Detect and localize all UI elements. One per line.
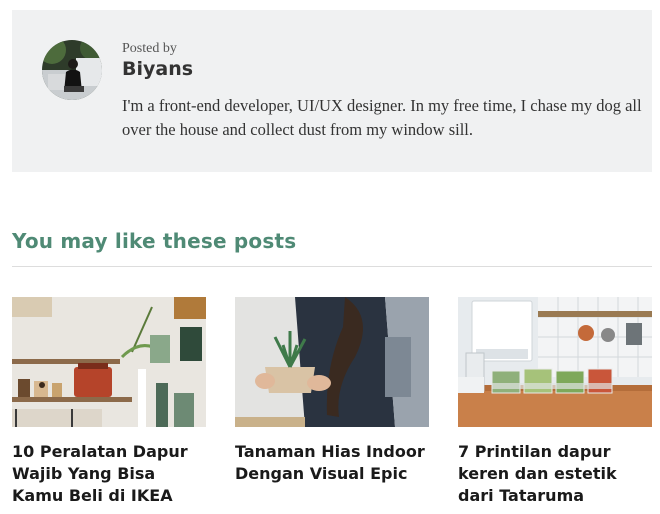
author-avatar[interactable] — [42, 40, 102, 100]
post-thumbnail[interactable] — [235, 297, 429, 427]
post-thumbnail[interactable] — [458, 297, 652, 427]
section-divider — [12, 266, 652, 267]
post-thumbnail[interactable] — [12, 297, 206, 427]
author-bio: I'm a front-end developer, UI/UX designe… — [122, 96, 642, 139]
author-box: Posted by Biyans I'm a front-end develop… — [12, 10, 652, 172]
related-post-card[interactable]: 7 Printilan dapur keren dan estetik dari… — [458, 297, 652, 507]
related-post-card[interactable]: Tanaman Hias Indoor Dengan Visual Epic — [235, 297, 429, 485]
related-posts-heading: You may like these posts — [12, 229, 297, 253]
post-title[interactable]: Tanaman Hias Indoor Dengan Visual Epic — [235, 441, 429, 485]
author-name[interactable]: Biyans — [122, 58, 193, 80]
post-title[interactable]: 7 Printilan dapur keren dan estetik dari… — [458, 441, 652, 507]
post-title[interactable]: 10 Peralatan Dapur Wajib Yang Bisa Kamu … — [12, 441, 206, 507]
posted-by-label: Posted by — [122, 41, 177, 56]
related-post-card[interactable]: 10 Peralatan Dapur Wajib Yang Bisa Kamu … — [12, 297, 206, 507]
